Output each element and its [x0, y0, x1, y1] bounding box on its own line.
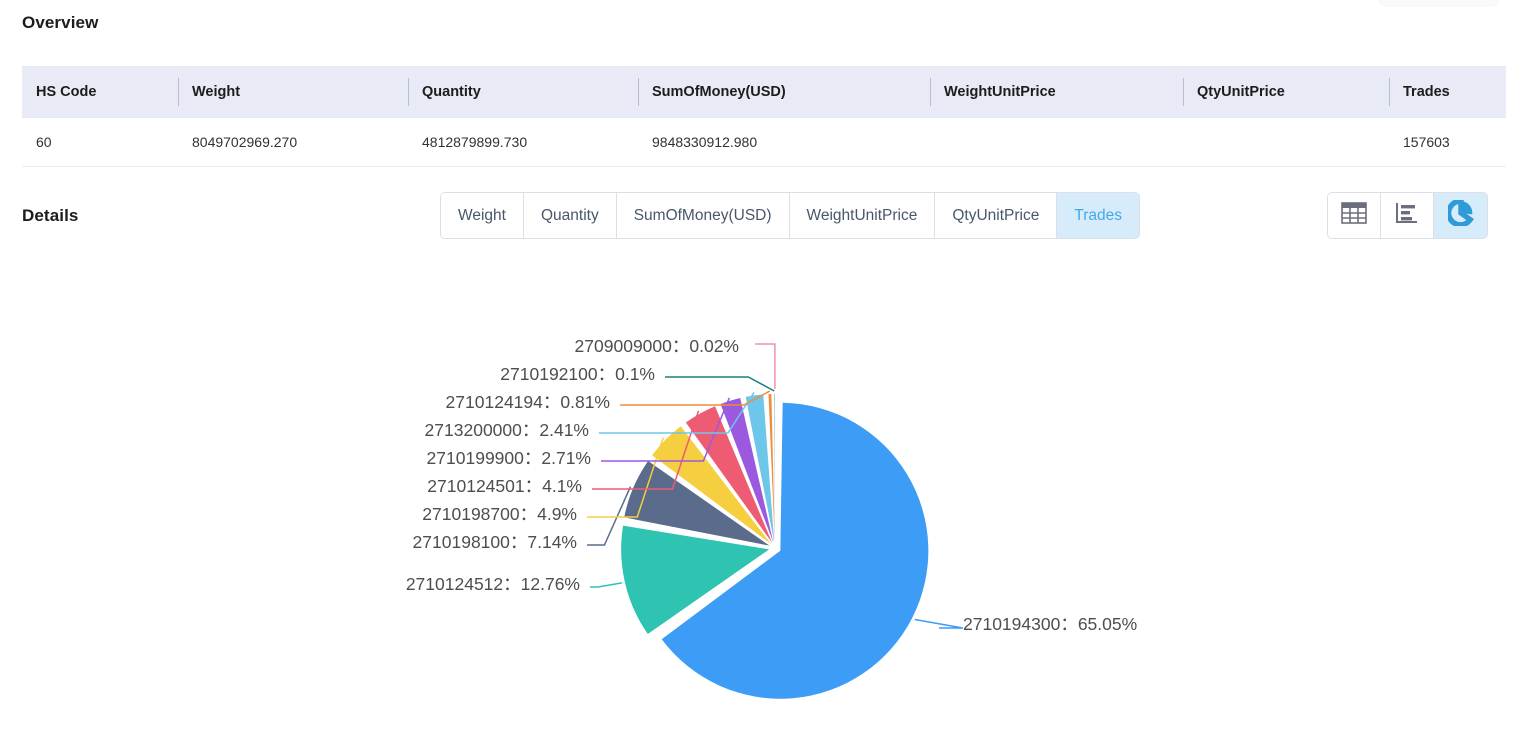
- tab-quantity[interactable]: Quantity: [523, 193, 617, 238]
- view-mode-table-button[interactable]: [1328, 193, 1381, 238]
- column-header-weight: Weight: [178, 66, 408, 118]
- view-mode-pie-chart-button[interactable]: [1434, 193, 1487, 238]
- pie-slice-label: 2710124512：12.76%: [406, 574, 580, 594]
- page-root: Overview HS Code Weight Quantity SumOfMo…: [0, 0, 1517, 734]
- table-row: 60 8049702969.270 4812879899.730 9848330…: [22, 118, 1506, 167]
- tab-trades[interactable]: Trades: [1057, 193, 1140, 238]
- pie-slice-label: 2710198100：7.14%: [413, 532, 577, 552]
- cell-trades: 157603: [1389, 118, 1506, 167]
- view-mode-bar-chart-button[interactable]: [1381, 193, 1434, 238]
- column-header-weight-unit-price: WeightUnitPrice: [930, 66, 1183, 118]
- pie-slice-label: 2709009000：0.02%: [575, 336, 739, 356]
- column-header-qty-unit-price: QtyUnitPrice: [1183, 66, 1389, 118]
- pie-leader-line: [590, 582, 623, 588]
- pie-slice-label: 2710192100：0.1%: [500, 364, 655, 384]
- pie-chart-view-icon: [1445, 198, 1474, 231]
- table-view-icon: [1341, 202, 1367, 229]
- details-title: Details: [22, 206, 79, 225]
- pie-slice-label: 2710124194：0.81%: [446, 392, 610, 412]
- cell-quantity: 4812879899.730: [408, 118, 638, 167]
- pie-chart-container[interactable]: 2710194300：65.05% 2710124512：12.76% 271019…: [0, 255, 1517, 734]
- cell-hs-code: 60: [22, 118, 178, 167]
- tab-weight-unit-price[interactable]: WeightUnitPrice: [789, 193, 936, 238]
- view-mode-group: [1328, 193, 1487, 238]
- metric-tab-group: Weight Quantity SumOfMoney(USD) WeightUn…: [441, 193, 1140, 238]
- pie-leader-line: [665, 376, 775, 392]
- tab-sum-of-money[interactable]: SumOfMoney(USD): [616, 193, 790, 238]
- overview-table-header-row: HS Code Weight Quantity SumOfMoney(USD) …: [22, 66, 1506, 118]
- pie-leader-line: [914, 618, 963, 629]
- pie-slice-label: 2713200000：2.41%: [425, 420, 589, 440]
- pie-chart-svg: 2710194300：65.05% 2710124512：12.76% 271019…: [406, 336, 1137, 699]
- overview-title: Overview: [22, 13, 99, 32]
- tab-qty-unit-price[interactable]: QtyUnitPrice: [935, 193, 1058, 238]
- top-cutoff-control[interactable]: [1379, 0, 1499, 6]
- column-header-trades: Trades: [1389, 66, 1506, 118]
- pie-slices: [621, 394, 929, 699]
- cell-sum-of-money: 9848330912.980: [638, 118, 930, 167]
- column-header-sum-of-money: SumOfMoney(USD): [638, 66, 930, 118]
- column-header-quantity: Quantity: [408, 66, 638, 118]
- bar-chart-view-icon: [1395, 202, 1419, 229]
- cell-qty-unit-price: [1183, 118, 1389, 167]
- pie-slice[interactable]: [774, 394, 775, 543]
- pie-slice-label: 2710198700：4.9%: [422, 504, 577, 524]
- pie-slice-label: 2710124501：4.1%: [427, 476, 582, 496]
- cell-weight-unit-price: [930, 118, 1183, 167]
- pie-slice-label: 2710194300：65.05%: [963, 614, 1137, 634]
- overview-table: HS Code Weight Quantity SumOfMoney(USD) …: [22, 66, 1506, 167]
- tab-weight[interactable]: Weight: [441, 193, 524, 238]
- column-header-hs-code: HS Code: [22, 66, 178, 118]
- pie-slice-label: 2710199900：2.71%: [427, 448, 591, 468]
- cell-weight: 8049702969.270: [178, 118, 408, 167]
